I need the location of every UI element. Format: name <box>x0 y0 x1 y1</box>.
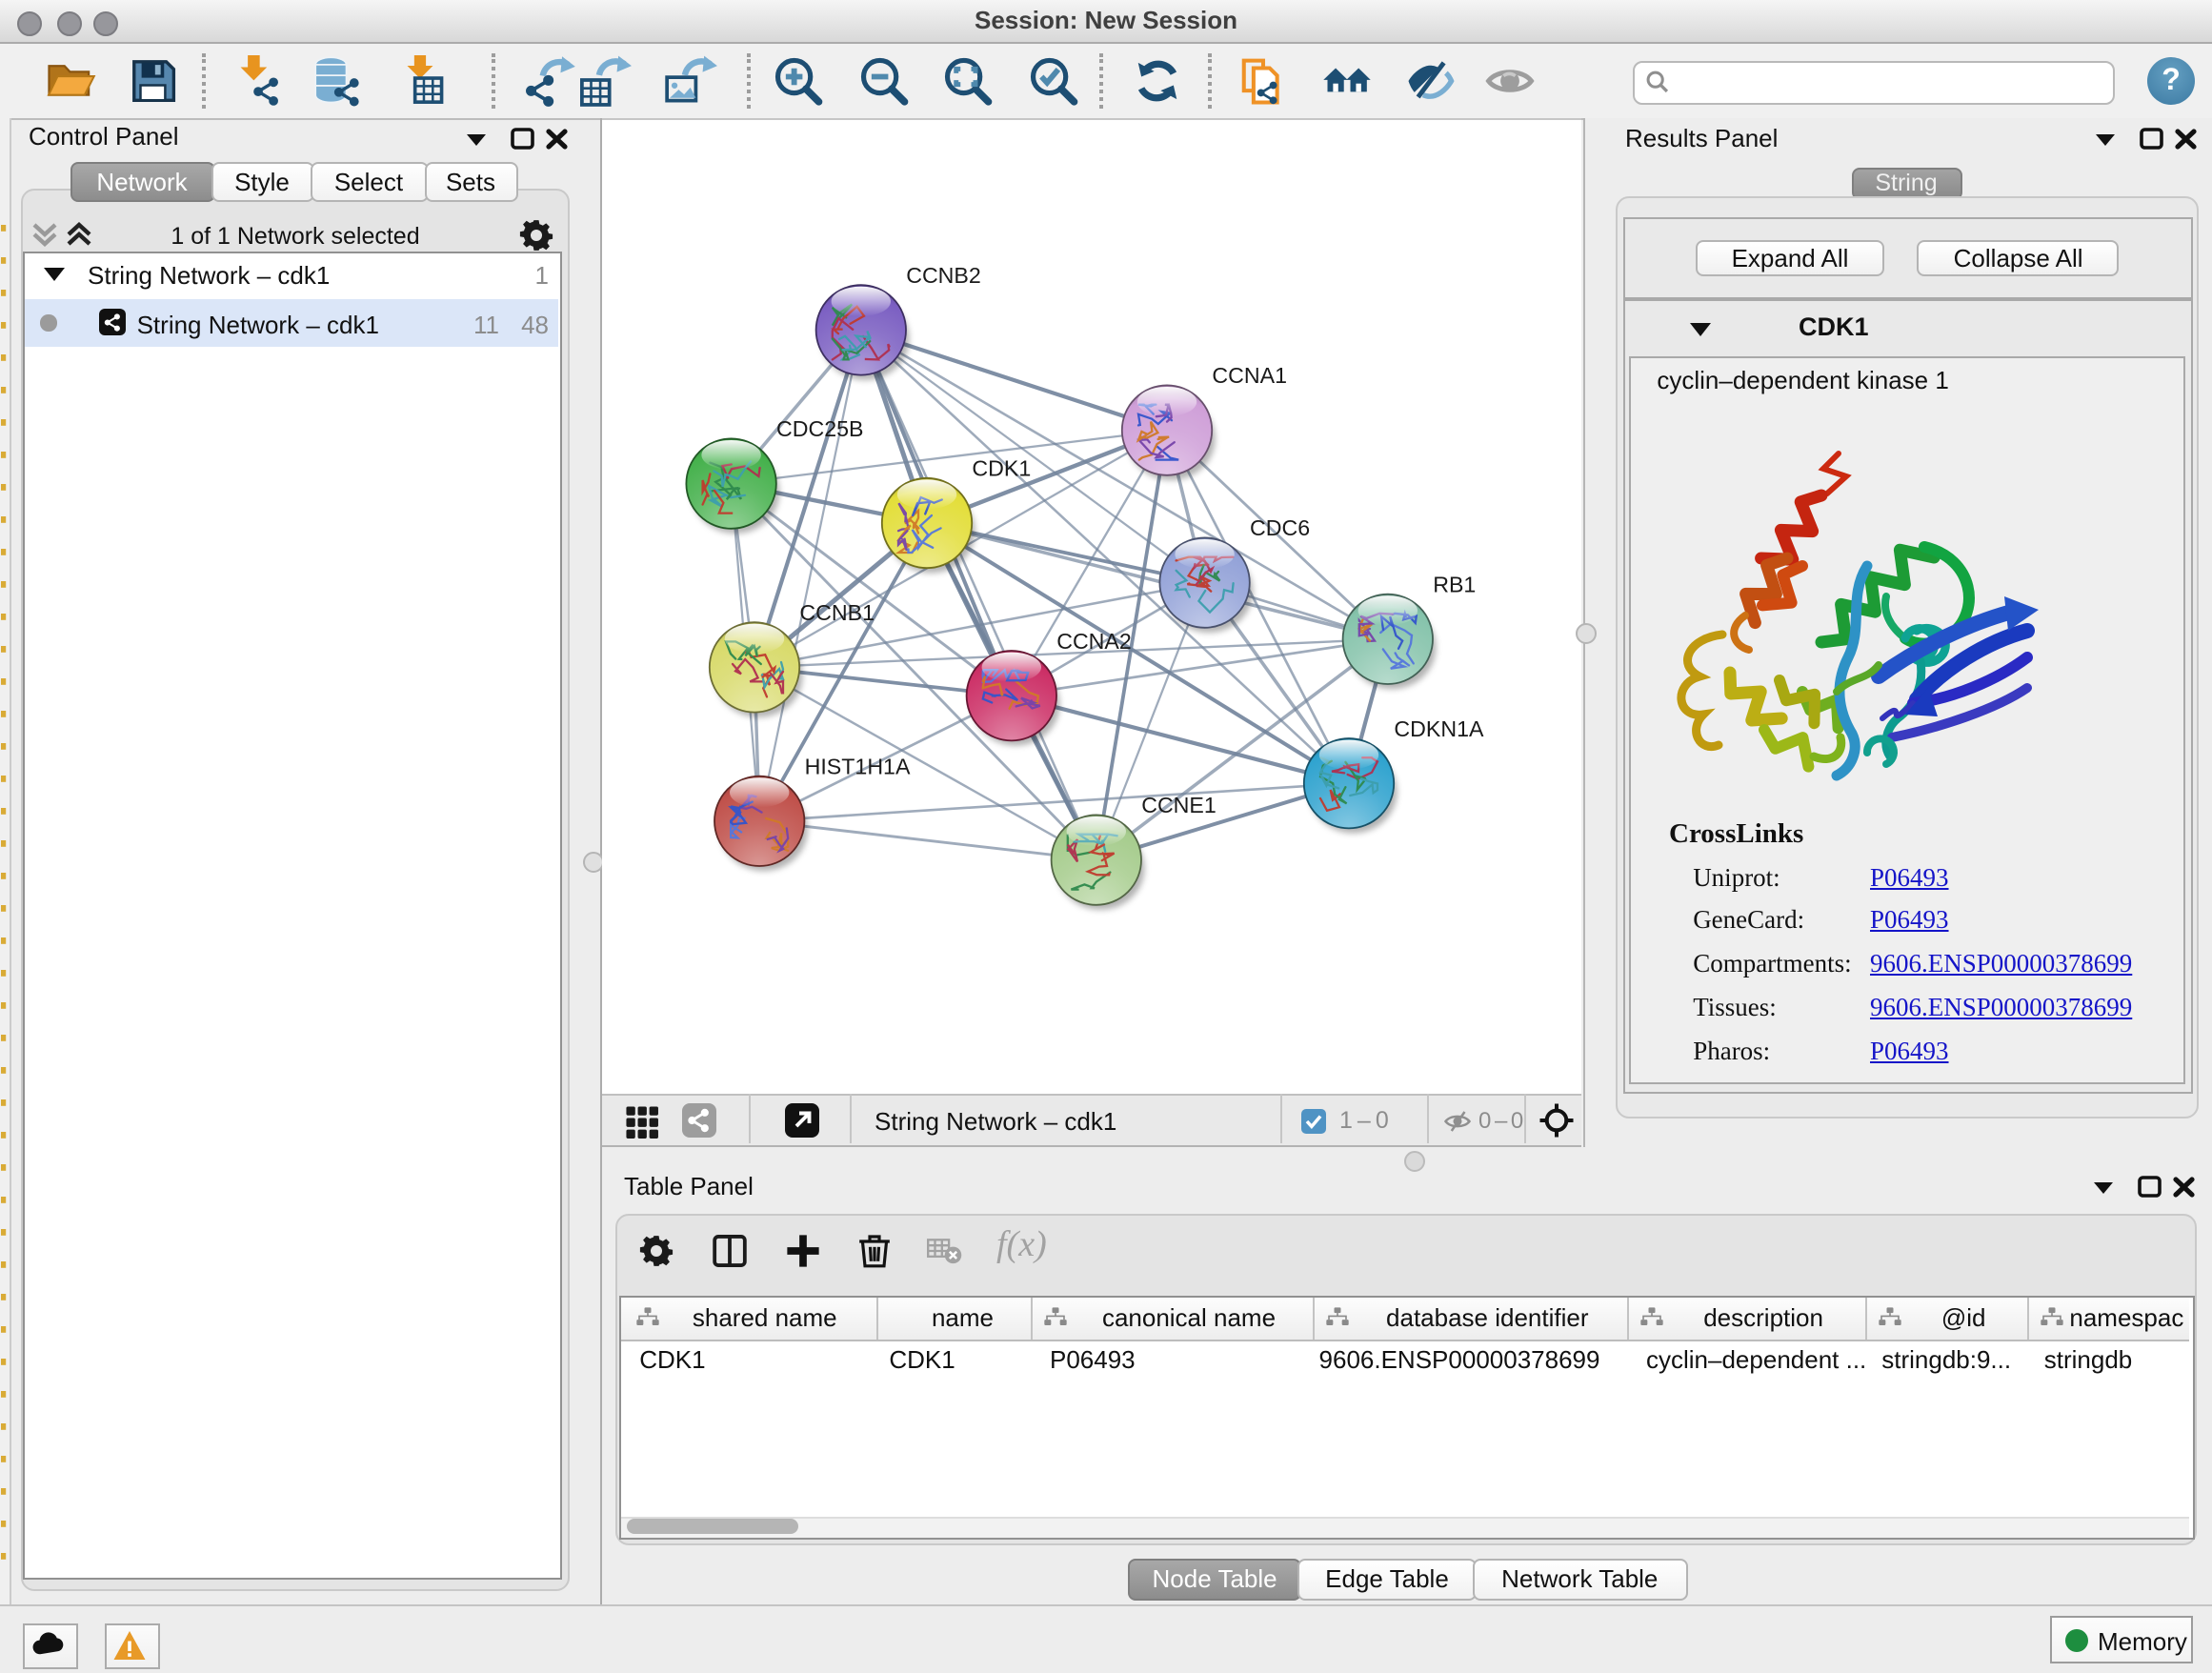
svg-text:CCNB1: CCNB1 <box>798 601 874 626</box>
svg-text:CDK1: CDK1 <box>971 456 1030 481</box>
svg-text:RB1: RB1 <box>1432 573 1475 597</box>
svg-text:CCNA1: CCNA1 <box>1211 364 1286 389</box>
svg-text:HIST1H1A: HIST1H1A <box>804 755 910 779</box>
svg-text:CCNA2: CCNA2 <box>1056 630 1131 655</box>
svg-text:CDKN1A: CDKN1A <box>1393 717 1483 742</box>
svg-text:CCNE1: CCNE1 <box>1140 794 1216 818</box>
svg-text:CDC25B: CDC25B <box>775 417 863 442</box>
svg-text:CCNB2: CCNB2 <box>905 264 980 289</box>
svg-text:CDC6: CDC6 <box>1249 516 1309 541</box>
